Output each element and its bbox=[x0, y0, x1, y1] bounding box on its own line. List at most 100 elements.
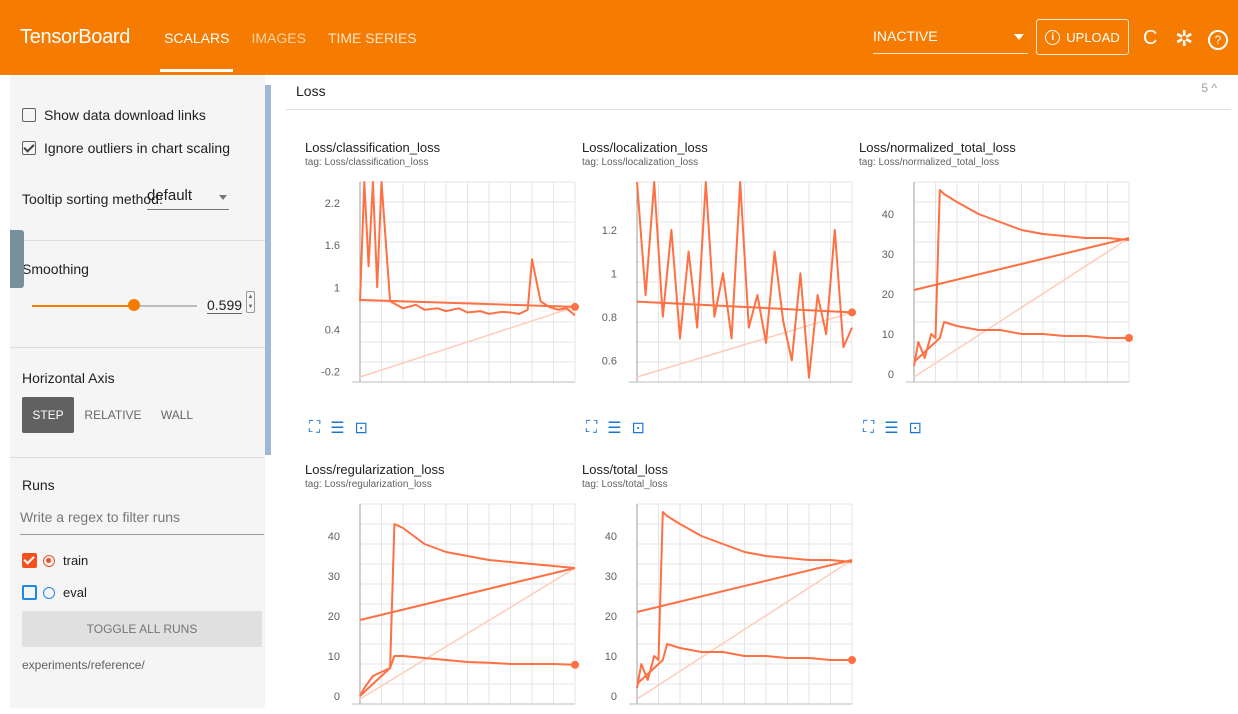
y-tick-label: 10 bbox=[605, 651, 617, 663]
tooltip-sort-select[interactable]: default bbox=[147, 187, 229, 210]
chevron-down-icon bbox=[219, 195, 227, 200]
y-tick-label: 30 bbox=[882, 249, 894, 261]
y-tick-label: 1 bbox=[334, 282, 340, 294]
runs-label: Runs bbox=[22, 477, 55, 493]
status-value: INACTIVE bbox=[873, 28, 938, 44]
checkbox-checked-icon[interactable] bbox=[22, 553, 37, 568]
run-name: eval bbox=[63, 585, 87, 600]
group-count: 5 ^ bbox=[1201, 81, 1217, 95]
divider bbox=[10, 240, 265, 241]
upload-button[interactable]: i UPLOAD bbox=[1036, 19, 1129, 55]
series-end-marker[interactable] bbox=[571, 302, 579, 311]
checkbox-icon[interactable] bbox=[22, 108, 36, 122]
tab-images[interactable]: IMAGES bbox=[247, 4, 309, 72]
y-tick-label: 2.2 bbox=[325, 198, 340, 210]
y-tick-label: 1.2 bbox=[602, 225, 617, 237]
y-tick-label: 30 bbox=[328, 571, 340, 583]
y-tick-label: 0 bbox=[334, 691, 340, 703]
sidebar: Show data download links Ignore outliers… bbox=[10, 75, 265, 708]
y-tick-label: 20 bbox=[882, 289, 894, 301]
y-tick-label: 10 bbox=[328, 651, 340, 663]
list-icon[interactable]: ☰ bbox=[330, 418, 344, 438]
info-icon: i bbox=[1045, 29, 1061, 45]
y-tick-label: 40 bbox=[605, 531, 617, 543]
fullscreen-icon[interactable]: ⛶ bbox=[586, 419, 597, 437]
divider bbox=[10, 457, 265, 458]
group-title: Loss bbox=[296, 83, 326, 99]
series-end-marker[interactable] bbox=[848, 656, 856, 664]
checkbox-checked-icon[interactable] bbox=[22, 141, 36, 155]
fit-domain-icon[interactable]: ⊡ bbox=[355, 418, 368, 438]
line-chart[interactable]: -0.2 0.4 1 1.6 2.2 bbox=[305, 181, 585, 392]
smoothing-slider[interactable] bbox=[32, 299, 197, 311]
line-chart[interactable]: 0 10 20 30 40 bbox=[305, 503, 585, 714]
download-links-option[interactable]: Show data download links bbox=[22, 107, 206, 123]
status-select[interactable]: INACTIVE bbox=[873, 28, 1028, 54]
tab-time-series[interactable]: TIME SERIES bbox=[324, 4, 421, 72]
chart-title: Loss/total_loss bbox=[582, 462, 668, 477]
line-chart[interactable]: 0.6 0.8 1 1.2 bbox=[582, 181, 862, 392]
y-tick-label: 0.6 bbox=[602, 355, 617, 367]
app-brand[interactable]: TensorBoard bbox=[20, 26, 130, 49]
y-tick-label: 20 bbox=[328, 611, 340, 623]
chart-title: Loss/regularization_loss bbox=[305, 462, 445, 477]
help-icon[interactable]: ? bbox=[1208, 30, 1228, 50]
chart-title: Loss/classification_loss bbox=[305, 140, 441, 155]
axis-wall-button[interactable]: WALL bbox=[152, 397, 202, 433]
refresh-icon[interactable]: C bbox=[1143, 27, 1157, 50]
fullscreen-icon[interactable]: ⛶ bbox=[309, 419, 320, 437]
smoothing-input[interactable]: 0.599 bbox=[207, 297, 242, 314]
y-tick-label: 1.6 bbox=[325, 240, 340, 252]
experiment-path: experiments/reference/ bbox=[22, 658, 145, 672]
fullscreen-icon[interactable]: ⛶ bbox=[863, 419, 874, 437]
chevron-down-icon bbox=[1014, 34, 1024, 40]
list-icon[interactable]: ☰ bbox=[607, 418, 621, 438]
divider bbox=[10, 347, 265, 348]
y-tick-label: 0 bbox=[611, 691, 617, 703]
tag-group-header[interactable]: Loss 5 ^ bbox=[286, 75, 1231, 110]
tooltip-sort-value: default bbox=[147, 187, 193, 204]
ignore-outliers-option[interactable]: Ignore outliers in chart scaling bbox=[22, 140, 230, 156]
run-color-icon bbox=[43, 586, 55, 599]
chart-tag: tag: Loss/total_loss bbox=[582, 479, 668, 490]
axis-step-button[interactable]: STEP bbox=[22, 397, 74, 433]
tooltip-sort-label: Tooltip sorting method: bbox=[22, 191, 163, 207]
run-item-train[interactable]: train bbox=[22, 553, 88, 568]
y-tick-label: 10 bbox=[882, 329, 894, 341]
series-end-marker[interactable] bbox=[1125, 334, 1133, 342]
chart-tag: tag: Loss/localization_loss bbox=[582, 157, 699, 168]
run-name: train bbox=[63, 553, 89, 568]
chart-tag: tag: Loss/classification_loss bbox=[305, 157, 429, 168]
axis-relative-button[interactable]: RELATIVE bbox=[82, 397, 144, 433]
fit-domain-icon[interactable]: ⊡ bbox=[909, 418, 922, 438]
smoothing-label: Smoothing bbox=[22, 261, 89, 277]
chart-controls: ⛶ ☰ ⊡ bbox=[309, 418, 368, 438]
series-end-marker[interactable] bbox=[571, 660, 579, 669]
y-tick-label: 30 bbox=[605, 571, 617, 583]
chart-controls: ⛶ ☰ ⊡ bbox=[586, 418, 645, 438]
run-item-eval[interactable]: eval bbox=[22, 585, 87, 600]
upload-label: UPLOAD bbox=[1066, 29, 1120, 45]
y-tick-label: 0 bbox=[888, 369, 894, 381]
chart-controls: ⛶ ☰ ⊡ bbox=[863, 418, 922, 438]
line-chart[interactable]: 0 10 20 30 40 bbox=[859, 181, 1139, 392]
chart-title: Loss/normalized_total_loss bbox=[859, 140, 1016, 155]
list-icon[interactable]: ☰ bbox=[884, 418, 898, 438]
y-tick-label: 1 bbox=[611, 268, 617, 280]
smoothing-slider-handle[interactable] bbox=[128, 299, 141, 311]
series-end-marker[interactable] bbox=[848, 308, 856, 317]
sidebar-scrollbar[interactable] bbox=[265, 85, 271, 455]
chart-title: Loss/localization_loss bbox=[582, 140, 708, 155]
sidebar-toggle-handle[interactable] bbox=[10, 230, 24, 288]
smoothing-spinner[interactable]: ▲ ▼ bbox=[246, 291, 255, 313]
runs-filter-input[interactable]: Write a regex to filter runs bbox=[20, 509, 264, 535]
line-chart[interactable]: 0 10 20 30 40 bbox=[582, 503, 862, 714]
chart-tag: tag: Loss/regularization_loss bbox=[305, 479, 432, 490]
y-tick-label: 0.8 bbox=[602, 312, 617, 324]
fit-domain-icon[interactable]: ⊡ bbox=[632, 418, 645, 438]
settings-icon[interactable]: ✲ bbox=[1175, 26, 1193, 52]
toggle-all-runs-button[interactable]: TOGGLE ALL RUNS bbox=[22, 611, 262, 647]
y-tick-label: 40 bbox=[328, 531, 340, 543]
tab-scalars[interactable]: SCALARS bbox=[160, 4, 234, 72]
checkbox-icon[interactable] bbox=[22, 585, 37, 600]
